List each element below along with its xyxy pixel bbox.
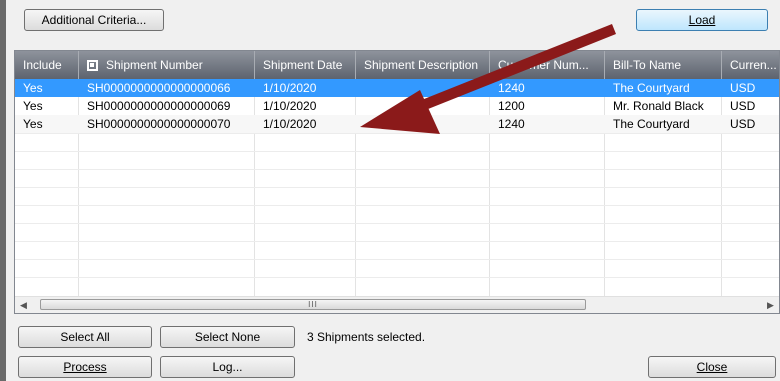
close-button[interactable]: Close xyxy=(648,356,776,378)
left-frame-edge xyxy=(0,0,6,381)
cell-bill-to-name: The Courtyard xyxy=(613,117,690,131)
cell-shipment-date: 1/10/2020 xyxy=(263,117,317,131)
load-button[interactable]: Load xyxy=(636,9,768,31)
table-row[interactable]: Yes SH0000000000000000069 1/10/2020 1200… xyxy=(15,97,779,115)
log-button[interactable]: Log... xyxy=(160,356,295,378)
cell-include: Yes xyxy=(23,117,43,131)
cell-currency: USD xyxy=(730,81,756,95)
scroll-right-icon[interactable]: ▶ xyxy=(762,297,779,313)
cell-bill-to-name: The Courtyard xyxy=(613,81,690,95)
select-all-button[interactable]: Select All xyxy=(18,326,152,348)
column-header-currency[interactable]: Curren... xyxy=(722,51,779,79)
cell-bill-to-name: Mr. Ronald Black xyxy=(613,99,704,113)
cell-shipment-number: SH0000000000000000070 xyxy=(87,117,231,131)
cell-shipment-description xyxy=(356,79,490,97)
horizontal-scrollbar[interactable]: ◀ III ▶ xyxy=(15,296,779,313)
cell-currency: USD xyxy=(730,117,756,131)
scroll-left-icon[interactable]: ◀ xyxy=(15,297,32,313)
column-header-include[interactable]: Include xyxy=(15,51,79,79)
scroll-thumb[interactable]: III xyxy=(40,299,586,310)
cell-include: Yes xyxy=(23,99,43,113)
table-row[interactable]: Yes SH0000000000000000070 1/10/2020 1240… xyxy=(15,115,779,133)
process-button[interactable]: Process xyxy=(18,356,152,378)
column-header-shipment-date[interactable]: Shipment Date xyxy=(255,51,356,79)
cell-shipment-date: 1/10/2020 xyxy=(263,99,317,113)
cell-shipment-description xyxy=(356,115,490,133)
cell-shipment-number: SH0000000000000000066 xyxy=(87,81,231,95)
column-header-shipment-description[interactable]: Shipment Description xyxy=(356,51,490,79)
select-none-button[interactable]: Select None xyxy=(160,326,295,348)
cell-include: Yes xyxy=(23,81,43,95)
grid-header: Include Shipment Number Shipment Date Sh… xyxy=(15,51,779,79)
cell-customer-number: 1240 xyxy=(498,81,525,95)
cell-shipment-date: 1/10/2020 xyxy=(263,81,317,95)
cell-shipment-description xyxy=(356,97,490,115)
additional-criteria-button[interactable]: Additional Criteria... xyxy=(24,9,164,31)
column-header-bill-to-name[interactable]: Bill-To Name xyxy=(605,51,722,79)
cell-currency: USD xyxy=(730,99,756,113)
column-chooser-icon[interactable] xyxy=(87,59,98,71)
table-row[interactable]: Yes SH0000000000000000066 1/10/2020 1240… xyxy=(15,79,779,97)
column-header-shipment-number[interactable]: Shipment Number xyxy=(79,51,255,79)
cell-customer-number: 1240 xyxy=(498,117,525,131)
cell-customer-number: 1200 xyxy=(498,99,525,113)
column-header-customer-number[interactable]: Customer Num... xyxy=(490,51,605,79)
cell-shipment-number: SH0000000000000000069 xyxy=(87,99,231,113)
shipments-grid[interactable]: Include Shipment Number Shipment Date Sh… xyxy=(14,50,780,314)
status-text: 3 Shipments selected. xyxy=(307,330,426,344)
